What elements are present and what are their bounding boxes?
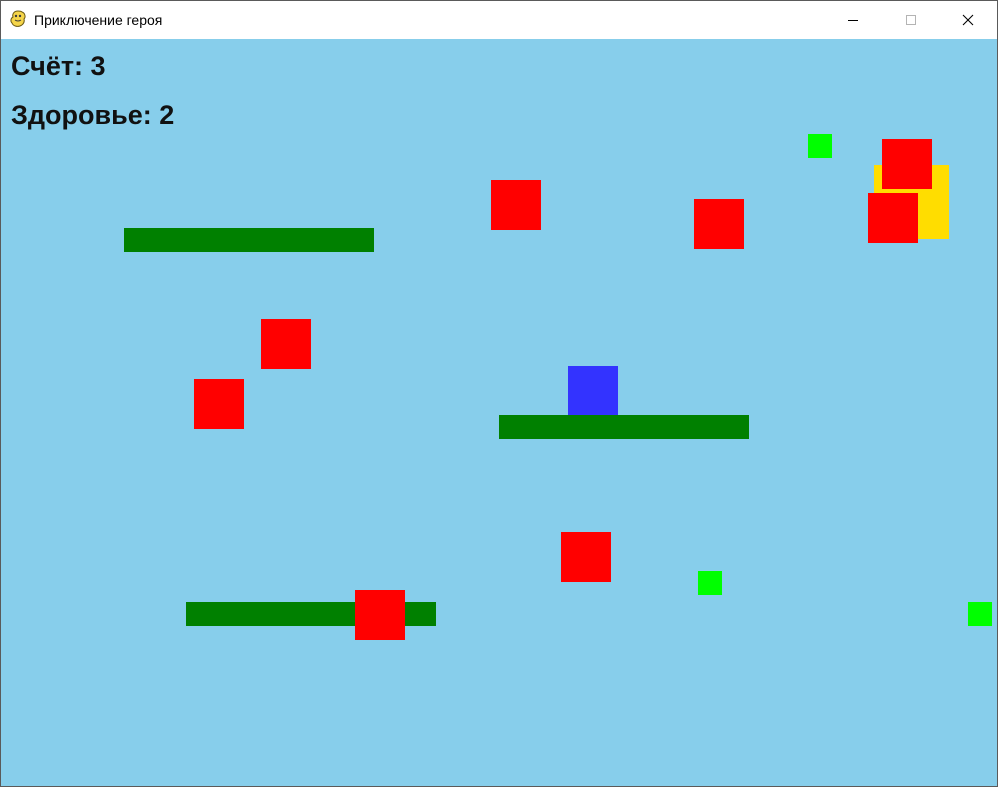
- platform: [124, 228, 374, 252]
- minimize-icon: [848, 20, 858, 21]
- coin: [968, 602, 992, 626]
- close-icon: [962, 14, 974, 26]
- enemy: [882, 139, 932, 189]
- enemy: [561, 532, 611, 582]
- pygame-snake-icon: [10, 10, 26, 27]
- enemy: [261, 319, 311, 369]
- game-canvas[interactable]: Счёт: 3 Здоровье: 2: [1, 39, 997, 786]
- coin: [808, 134, 832, 158]
- maximize-button[interactable]: [882, 1, 940, 39]
- game-window: Приключение героя Счёт: 3 Здоровье: 2: [0, 0, 998, 787]
- minimize-button[interactable]: [824, 1, 882, 39]
- enemy: [694, 199, 744, 249]
- window-title: Приключение героя: [34, 12, 163, 28]
- title-bar[interactable]: Приключение героя: [1, 1, 997, 39]
- player: [568, 366, 618, 415]
- enemy: [868, 193, 918, 243]
- score-label: Счёт: 3: [11, 51, 106, 81]
- coin: [698, 571, 722, 595]
- platform: [499, 415, 749, 439]
- enemy: [491, 180, 541, 230]
- enemy: [355, 590, 405, 640]
- maximize-icon: [906, 15, 916, 25]
- enemy: [194, 379, 244, 429]
- close-button[interactable]: [939, 1, 997, 39]
- health-label: Здоровье: 2: [11, 100, 175, 130]
